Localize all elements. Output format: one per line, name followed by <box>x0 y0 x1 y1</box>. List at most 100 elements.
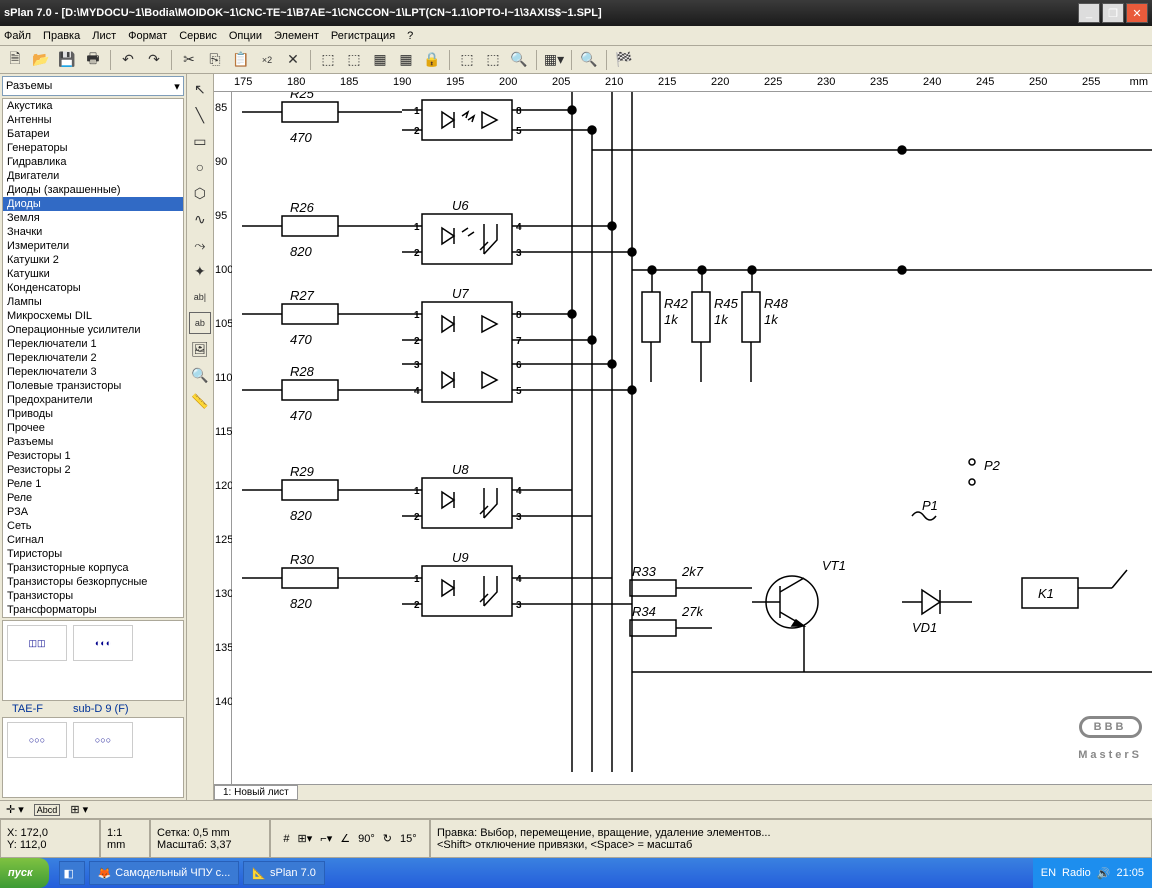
category-item[interactable]: Реле <box>3 491 183 505</box>
paste-icon[interactable]: 📋 <box>230 49 252 71</box>
category-item[interactable]: Тиристоры <box>3 547 183 561</box>
tool-a-icon[interactable]: ⬚ <box>456 49 478 71</box>
category-item[interactable]: Транзисторные корпуса <box>3 561 183 575</box>
category-item[interactable]: Переключатели 3 <box>3 365 183 379</box>
category-item[interactable]: Сеть <box>3 519 183 533</box>
copy-icon[interactable]: ⎘ <box>204 49 226 71</box>
circle-icon[interactable]: ○ <box>189 156 211 178</box>
poly-icon[interactable]: ⬡ <box>189 182 211 204</box>
line-icon[interactable]: ╲ <box>189 104 211 126</box>
category-item[interactable]: Значки <box>3 225 183 239</box>
start-button[interactable]: пуск <box>0 858 49 888</box>
category-item[interactable]: Гидравлика <box>3 155 183 169</box>
textbox-icon[interactable]: ab <box>189 312 211 334</box>
schematic-canvas[interactable]: R25470R26820R27470R28470R29820R30820 1 2… <box>232 92 1152 784</box>
category-item[interactable]: Реле 1 <box>3 477 183 491</box>
component-library-2[interactable]: ○○○ ○○○ <box>2 717 184 798</box>
category-item[interactable]: Батареи <box>3 127 183 141</box>
category-list[interactable]: АкустикаАнтенныБатареиГенераторыГидравли… <box>2 98 184 618</box>
close-button[interactable]: ✕ <box>1126 3 1148 23</box>
undo-icon[interactable]: ↶ <box>117 49 139 71</box>
print-icon[interactable]: 🖶 <box>82 49 104 71</box>
menu-element[interactable]: Элемент <box>274 30 319 42</box>
component-conn1[interactable]: ○○○ <box>7 722 67 758</box>
maximize-button[interactable]: ❐ <box>1102 3 1124 23</box>
anchor-icon[interactable]: ✛ ▾ <box>6 803 24 816</box>
category-item[interactable]: Лампы <box>3 295 183 309</box>
cursor-icon[interactable]: ↖ <box>189 78 211 100</box>
sheet-tab[interactable]: 1: Новый лист <box>214 785 298 800</box>
category-item[interactable]: Конденсаторы <box>3 281 183 295</box>
search-icon[interactable]: 🔍 <box>508 49 530 71</box>
menu-sheet[interactable]: Лист <box>92 30 116 42</box>
category-item[interactable]: Предохранители <box>3 393 183 407</box>
new-icon[interactable]: 🗎 <box>4 49 26 71</box>
category-item[interactable]: Резисторы 2 <box>3 463 183 477</box>
back-icon[interactable]: ▦ <box>395 49 417 71</box>
curve-icon[interactable]: ∿ <box>189 208 211 230</box>
category-item[interactable]: Операционные усилители <box>3 323 183 337</box>
category-item[interactable]: Антенны <box>3 113 183 127</box>
category-item[interactable]: Земля <box>3 211 183 225</box>
tool-b-icon[interactable]: ⬚ <box>482 49 504 71</box>
category-item[interactable]: Прочее <box>3 421 183 435</box>
component-conn2[interactable]: ○○○ <box>73 722 133 758</box>
abcd-icon[interactable]: Abcd <box>34 804 61 816</box>
rect-icon[interactable]: ▭ <box>189 130 211 152</box>
menu-service[interactable]: Сервис <box>179 30 217 42</box>
node-icon[interactable]: ✦ <box>189 260 211 282</box>
redo-icon[interactable]: ↷ <box>143 49 165 71</box>
align-icon[interactable]: ⊞ ▾ <box>70 803 88 816</box>
system-tray[interactable]: EN Radio 🔊 21:05 <box>1033 858 1152 888</box>
category-item[interactable]: ТТЛ <box>3 617 183 618</box>
menu-file[interactable]: Файл <box>4 30 31 42</box>
category-item[interactable]: Резисторы 1 <box>3 449 183 463</box>
category-item[interactable]: Генераторы <box>3 141 183 155</box>
task-firefox[interactable]: 🦊 Самодельный ЧПУ с... <box>89 861 240 885</box>
menu-edit[interactable]: Правка <box>43 30 80 42</box>
category-item[interactable]: Полевые транзисторы <box>3 379 183 393</box>
save-icon[interactable]: 💾 <box>56 49 78 71</box>
category-item[interactable]: Диоды (закрашенные) <box>3 183 183 197</box>
menu-format[interactable]: Формат <box>128 30 167 42</box>
flag-icon[interactable]: 🏁 <box>613 49 635 71</box>
image-icon[interactable]: 🖼 <box>189 338 211 360</box>
minimize-button[interactable]: _ <box>1078 3 1100 23</box>
magnify-icon[interactable]: 🔍 <box>189 364 211 386</box>
category-item[interactable]: РЗА <box>3 505 183 519</box>
menu-options[interactable]: Опции <box>229 30 262 42</box>
category-item[interactable]: Сигнал <box>3 533 183 547</box>
category-item[interactable]: Микросхемы DIL <box>3 309 183 323</box>
ungroup-icon[interactable]: ⬚ <box>343 49 365 71</box>
bezier-icon[interactable]: ⤳ <box>189 234 211 256</box>
front-icon[interactable]: ▦ <box>369 49 391 71</box>
grid-icon[interactable]: ▦▾ <box>543 49 565 71</box>
zoom-icon[interactable]: 🔍 <box>578 49 600 71</box>
category-item[interactable]: Катушки <box>3 267 183 281</box>
menu-register[interactable]: Регистрация <box>331 30 395 42</box>
delete-icon[interactable]: ✕ <box>282 49 304 71</box>
category-item[interactable]: Приводы <box>3 407 183 421</box>
group-icon[interactable]: ⬚ <box>317 49 339 71</box>
text-icon[interactable]: ab| <box>189 286 211 308</box>
component-subd9[interactable]: ◐◐◐ <box>73 625 133 661</box>
lock-icon[interactable]: 🔒 <box>421 49 443 71</box>
category-item[interactable]: Двигатели <box>3 169 183 183</box>
category-item[interactable]: Катушки 2 <box>3 253 183 267</box>
category-item[interactable]: Разъемы <box>3 435 183 449</box>
category-item[interactable]: Измерители <box>3 239 183 253</box>
cut-icon[interactable]: ✂ <box>178 49 200 71</box>
component-library[interactable]: ◫◫ ◐◐◐ <box>2 620 184 701</box>
category-item[interactable]: Акустика <box>3 99 183 113</box>
measure-icon[interactable]: 📏 <box>189 390 211 412</box>
category-item[interactable]: Транзисторы безкорпусные <box>3 575 183 589</box>
category-item[interactable]: Переключатели 1 <box>3 337 183 351</box>
category-item[interactable]: Трансформаторы <box>3 603 183 617</box>
category-item[interactable]: Транзисторы <box>3 589 183 603</box>
open-icon[interactable]: 📂 <box>30 49 52 71</box>
category-item[interactable]: Диоды <box>3 197 183 211</box>
paste2-icon[interactable]: ×2 <box>256 49 278 71</box>
task-splan[interactable]: 📐 sPlan 7.0 <box>243 861 325 885</box>
component-tae-f[interactable]: ◫◫ <box>7 625 67 661</box>
category-dropdown[interactable]: Разъемы▾ <box>2 76 184 96</box>
